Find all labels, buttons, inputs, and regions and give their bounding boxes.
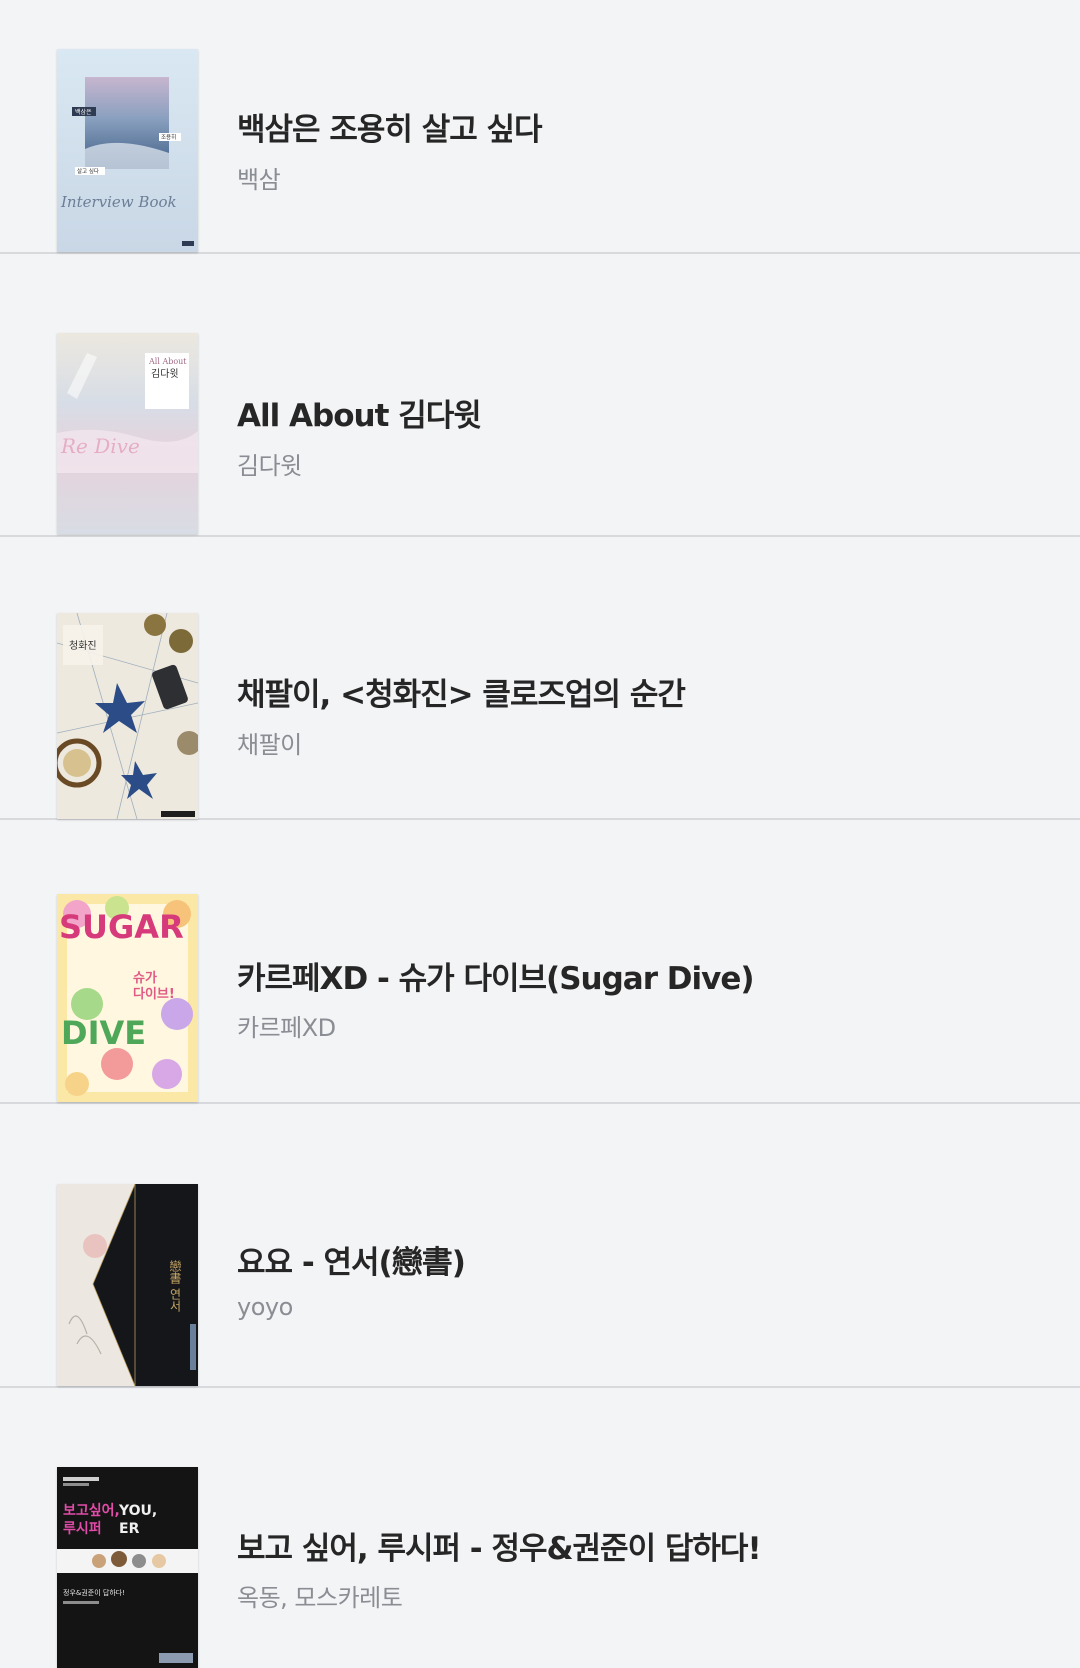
svg-text:DIVE: DIVE — [61, 1014, 146, 1052]
svg-text:살고 싶다: 살고 싶다 — [77, 167, 99, 175]
list-item[interactable]: 백삼은 조용히 살고 싶다 Interview Book 백삼은 조용히 살고 … — [0, 0, 1080, 254]
book-cover-candy-hearts-icon: SUGAR DIVE 슈가 다이브! — [57, 894, 198, 1102]
book-cover[interactable]: 청화진 — [57, 613, 198, 819]
svg-text:백삼은: 백삼은 — [75, 108, 92, 116]
book-title: 카르페XD - 슈가 다이브(Sugar Dive) — [237, 961, 755, 997]
book-author: 옥동, 모스카레토 — [237, 1584, 403, 1612]
book-author: 채팔이 — [237, 731, 302, 759]
list-item[interactable]: 戀書 연서 요요 - 연서(戀書) yoyo — [0, 1104, 1080, 1388]
svg-text:All About: All About — [148, 357, 187, 366]
svg-text:연서: 연서 — [168, 1288, 182, 1312]
book-cover-map-flowers-icon: 청화진 — [57, 613, 198, 819]
svg-text:戀書: 戀書 — [168, 1259, 182, 1285]
book-cover[interactable]: 보고싶어, 루시퍼 YOU, ER 정우&권준이 답하다! — [57, 1467, 198, 1668]
book-cover[interactable]: 백삼은 조용히 살고 싶다 Interview Book — [57, 49, 198, 252]
book-title: All About 김다윗 — [237, 398, 482, 434]
book-cover-pixel-dark-icon: 보고싶어, 루시퍼 YOU, ER 정우&권준이 답하다! — [57, 1467, 198, 1668]
book-cover[interactable]: All About 김다윗 Re Dive — [57, 333, 198, 534]
svg-text:루시퍼: 루시퍼 — [63, 1521, 102, 1537]
book-cover-interview-sky-icon: 백삼은 조용히 살고 싶다 Interview Book — [57, 49, 198, 252]
svg-text:슈가: 슈가 — [133, 971, 157, 986]
svg-text:보고싶어,: 보고싶어, — [63, 1502, 120, 1519]
list-item[interactable]: SUGAR DIVE 슈가 다이브! 카르페XD - 슈가 다이브(Sugar … — [0, 820, 1080, 1104]
svg-text:ER: ER — [119, 1521, 140, 1537]
svg-text:김다윗: 김다윗 — [151, 368, 179, 380]
book-list: 백삼은 조용히 살고 싶다 Interview Book 백삼은 조용히 살고 … — [0, 0, 1080, 1668]
book-cover[interactable]: 戀書 연서 — [57, 1184, 198, 1386]
book-cover[interactable]: SUGAR DIVE 슈가 다이브! — [57, 894, 198, 1102]
book-title: 요요 - 연서(戀書) — [237, 1245, 466, 1281]
book-author: yoyo — [237, 1293, 293, 1321]
book-title: 백삼은 조용히 살고 싶다 — [237, 112, 543, 148]
book-cover-black-white-icon: 戀書 연서 — [57, 1184, 198, 1386]
book-author: 김다윗 — [237, 452, 302, 480]
book-title: 보고 싶어, 루시퍼 - 정우&권준이 답하다! — [237, 1531, 762, 1567]
book-author: 카르페XD — [237, 1014, 336, 1042]
svg-text:청화진: 청화진 — [69, 640, 97, 652]
book-title: 채팔이, <청화진> 클로즈업의 순간 — [237, 677, 686, 713]
list-item[interactable]: 보고싶어, 루시퍼 YOU, ER 정우&권준이 답하다! 보고 싶어, 루시퍼… — [0, 1388, 1080, 1668]
list-item[interactable]: All About 김다윗 Re Dive All About 김다윗 김다윗 — [0, 254, 1080, 537]
svg-text:다이브!: 다이브! — [133, 986, 175, 1002]
book-author: 백삼 — [237, 166, 281, 194]
svg-text:정우&권준이 답하다!: 정우&권준이 답하다! — [63, 1588, 125, 1597]
svg-text:조용히: 조용히 — [161, 133, 176, 141]
svg-text:Interview Book: Interview Book — [60, 193, 177, 211]
svg-text:Re Dive: Re Dive — [60, 434, 140, 458]
list-item[interactable]: 청화진 채팔이, <청화진> 클로즈업의 순간 채팔이 — [0, 537, 1080, 820]
svg-text:YOU,: YOU, — [118, 1503, 157, 1519]
svg-text:SUGAR: SUGAR — [59, 908, 184, 946]
book-cover-pastel-sea-icon: All About 김다윗 Re Dive — [57, 333, 198, 534]
